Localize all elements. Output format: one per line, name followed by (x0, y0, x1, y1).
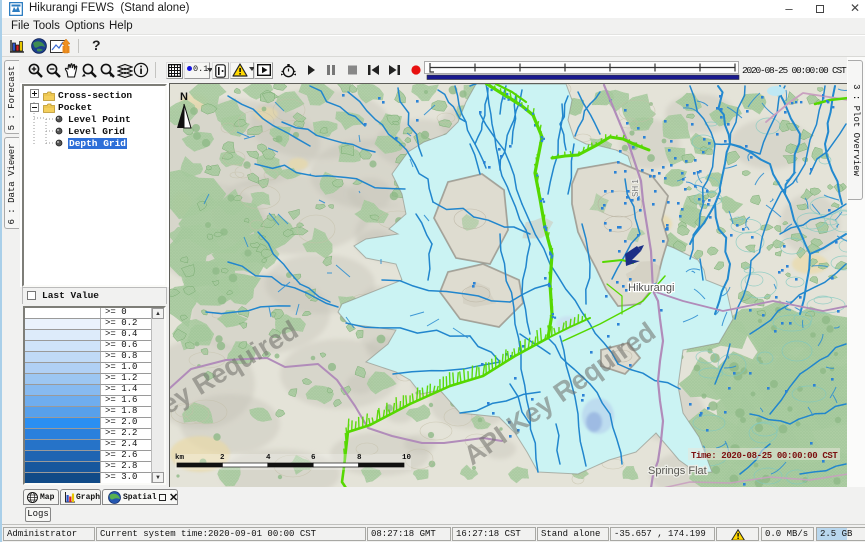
svg-text:6: 6 (311, 454, 316, 462)
svg-text:4: 4 (266, 454, 271, 462)
svg-text:8: 8 (357, 454, 362, 462)
svg-text:2: 2 (220, 454, 225, 462)
svg-text:10: 10 (402, 454, 412, 462)
svg-text:Springs Flat: Springs Flat (648, 465, 707, 477)
svg-text:km: km (175, 454, 185, 462)
svg-text:SH 1: SH 1 (631, 179, 640, 197)
svg-text:Hikurangi: Hikurangi (628, 282, 674, 294)
svg-text:N: N (180, 91, 188, 103)
svg-text:Time: 2020-08-25 00:00:00 CST: Time: 2020-08-25 00:00:00 CST (691, 451, 838, 461)
